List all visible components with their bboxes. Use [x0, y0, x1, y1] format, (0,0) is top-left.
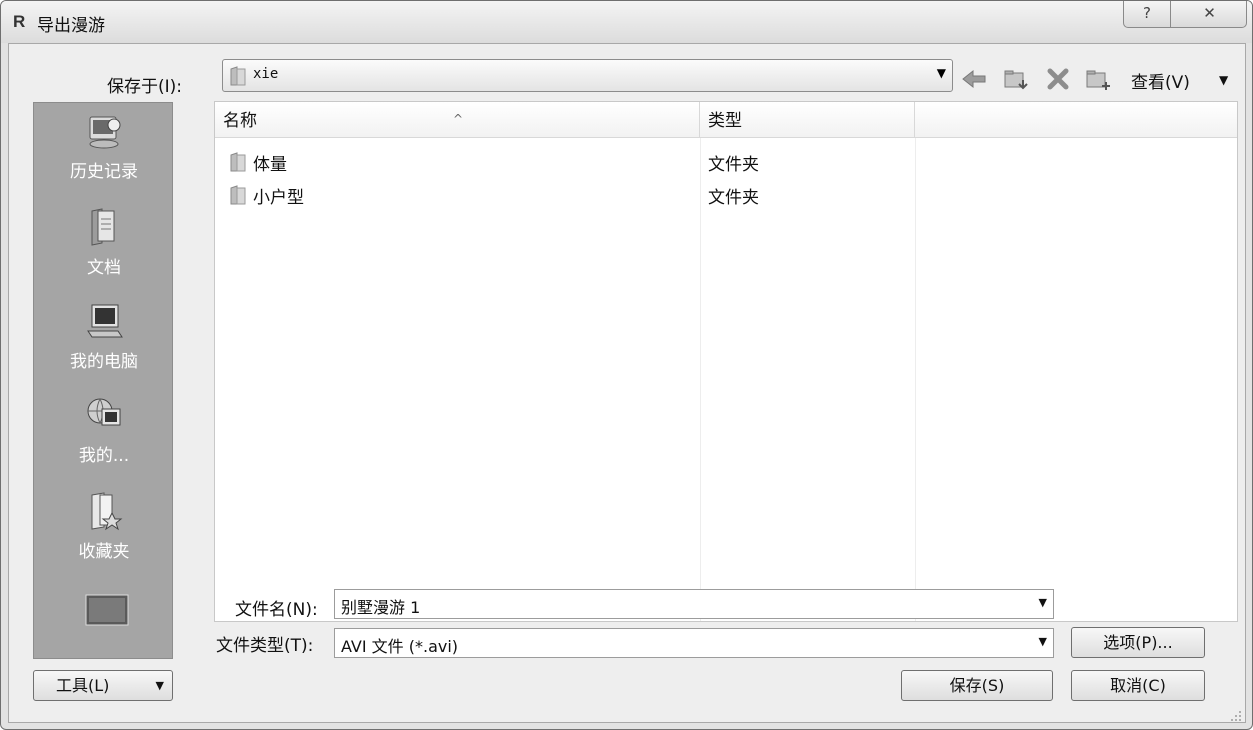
place-documents[interactable]: 文档: [34, 207, 172, 278]
chevron-down-icon[interactable]: ▼: [1039, 635, 1047, 648]
column-extra[interactable]: [915, 102, 1239, 138]
column-name[interactable]: 名称 ^: [215, 102, 700, 138]
desktop-icon: [84, 593, 129, 633]
export-walkthrough-dialog: R 导出漫游 ? ✕ 保存于(I): xie ▼ 查看(V) ▼ 历史记录 文档…: [0, 0, 1253, 730]
title-buttons: ? ✕: [1123, 1, 1247, 28]
save-button[interactable]: 保存(S): [901, 670, 1053, 701]
folder-icon: [229, 185, 247, 210]
sort-ascending-icon: ^: [453, 112, 464, 126]
folder-icon: [229, 66, 247, 91]
view-menu-button[interactable]: 查看(V): [1131, 68, 1190, 93]
file-type: 文件夹: [708, 188, 759, 208]
filename-input[interactable]: 别墅漫游 1 ▼: [334, 589, 1054, 619]
place-label: 我的...: [78, 446, 130, 466]
revit-logo-icon: R: [13, 12, 26, 31]
place-network[interactable]: 我的...: [34, 395, 172, 466]
up-folder-icon[interactable]: [1001, 66, 1031, 92]
filetype-label: 文件类型(T):: [216, 636, 314, 656]
chevron-down-icon: ▼: [936, 66, 946, 80]
filetype-value: AVI 文件 (*.avi): [341, 637, 459, 656]
file-name: 体量: [253, 155, 287, 175]
place-desktop[interactable]: [34, 593, 172, 639]
new-folder-icon[interactable]: [1083, 66, 1113, 92]
file-list[interactable]: 名称 ^ 类型 体量 文件夹 小户型 文件夹: [214, 101, 1238, 622]
file-type: 文件夹: [708, 155, 759, 175]
file-name: 小户型: [253, 188, 304, 208]
tools-label: 工具(L): [56, 676, 110, 695]
save-in-label: 保存于(I):: [107, 77, 183, 97]
window-title: 导出漫游: [37, 16, 105, 36]
folder-icon: [229, 152, 247, 177]
column-header: 名称 ^ 类型: [215, 102, 1237, 138]
save-in-combobox[interactable]: xie ▼: [222, 59, 953, 92]
place-label: 历史记录: [70, 162, 138, 182]
column-type[interactable]: 类型: [700, 102, 915, 138]
chevron-down-icon: ▼: [155, 679, 164, 692]
place-my-computer[interactable]: 我的电脑: [34, 301, 172, 372]
filetype-select[interactable]: AVI 文件 (*.avi) ▼: [334, 628, 1054, 658]
filename-label: 文件名(N):: [235, 600, 318, 620]
favorites-icon: [84, 491, 124, 531]
column-label: 名称: [223, 111, 257, 131]
back-arrow-icon[interactable]: [959, 66, 989, 92]
dialog-body: 保存于(I): xie ▼ 查看(V) ▼ 历史记录 文档 我的电脑 我的...…: [8, 43, 1246, 723]
tools-button[interactable]: 工具(L) ▼: [33, 670, 173, 701]
documents-icon: [84, 207, 124, 247]
column-label: 类型: [708, 111, 742, 131]
place-favorites[interactable]: 收藏夹: [34, 491, 172, 562]
delete-icon[interactable]: [1043, 66, 1073, 92]
history-icon: [84, 111, 124, 151]
chevron-down-icon[interactable]: ▼: [1039, 596, 1047, 609]
cancel-button[interactable]: 取消(C): [1071, 670, 1205, 701]
computer-icon: [84, 301, 124, 341]
place-label: 文档: [87, 258, 121, 278]
close-button[interactable]: ✕: [1172, 1, 1247, 27]
places-bar: 历史记录 文档 我的电脑 我的... 收藏夹: [33, 102, 173, 659]
place-label: 收藏夹: [78, 542, 130, 562]
place-label: 我的电脑: [70, 352, 138, 372]
list-item[interactable]: 小户型 文件夹: [215, 179, 1237, 209]
options-button[interactable]: 选项(P)...: [1071, 627, 1205, 658]
list-item[interactable]: 体量 文件夹: [215, 146, 1237, 176]
help-button[interactable]: ?: [1124, 1, 1171, 27]
filename-value: 别墅漫游 1: [341, 598, 421, 617]
place-history[interactable]: 历史记录: [34, 111, 172, 182]
view-menu-icon[interactable]: ▼: [1219, 73, 1228, 87]
resize-grip-icon[interactable]: [1230, 707, 1242, 721]
save-in-value: xie: [253, 66, 279, 82]
network-icon: [84, 395, 124, 435]
title-bar: R 导出漫游 ? ✕: [1, 1, 1252, 43]
